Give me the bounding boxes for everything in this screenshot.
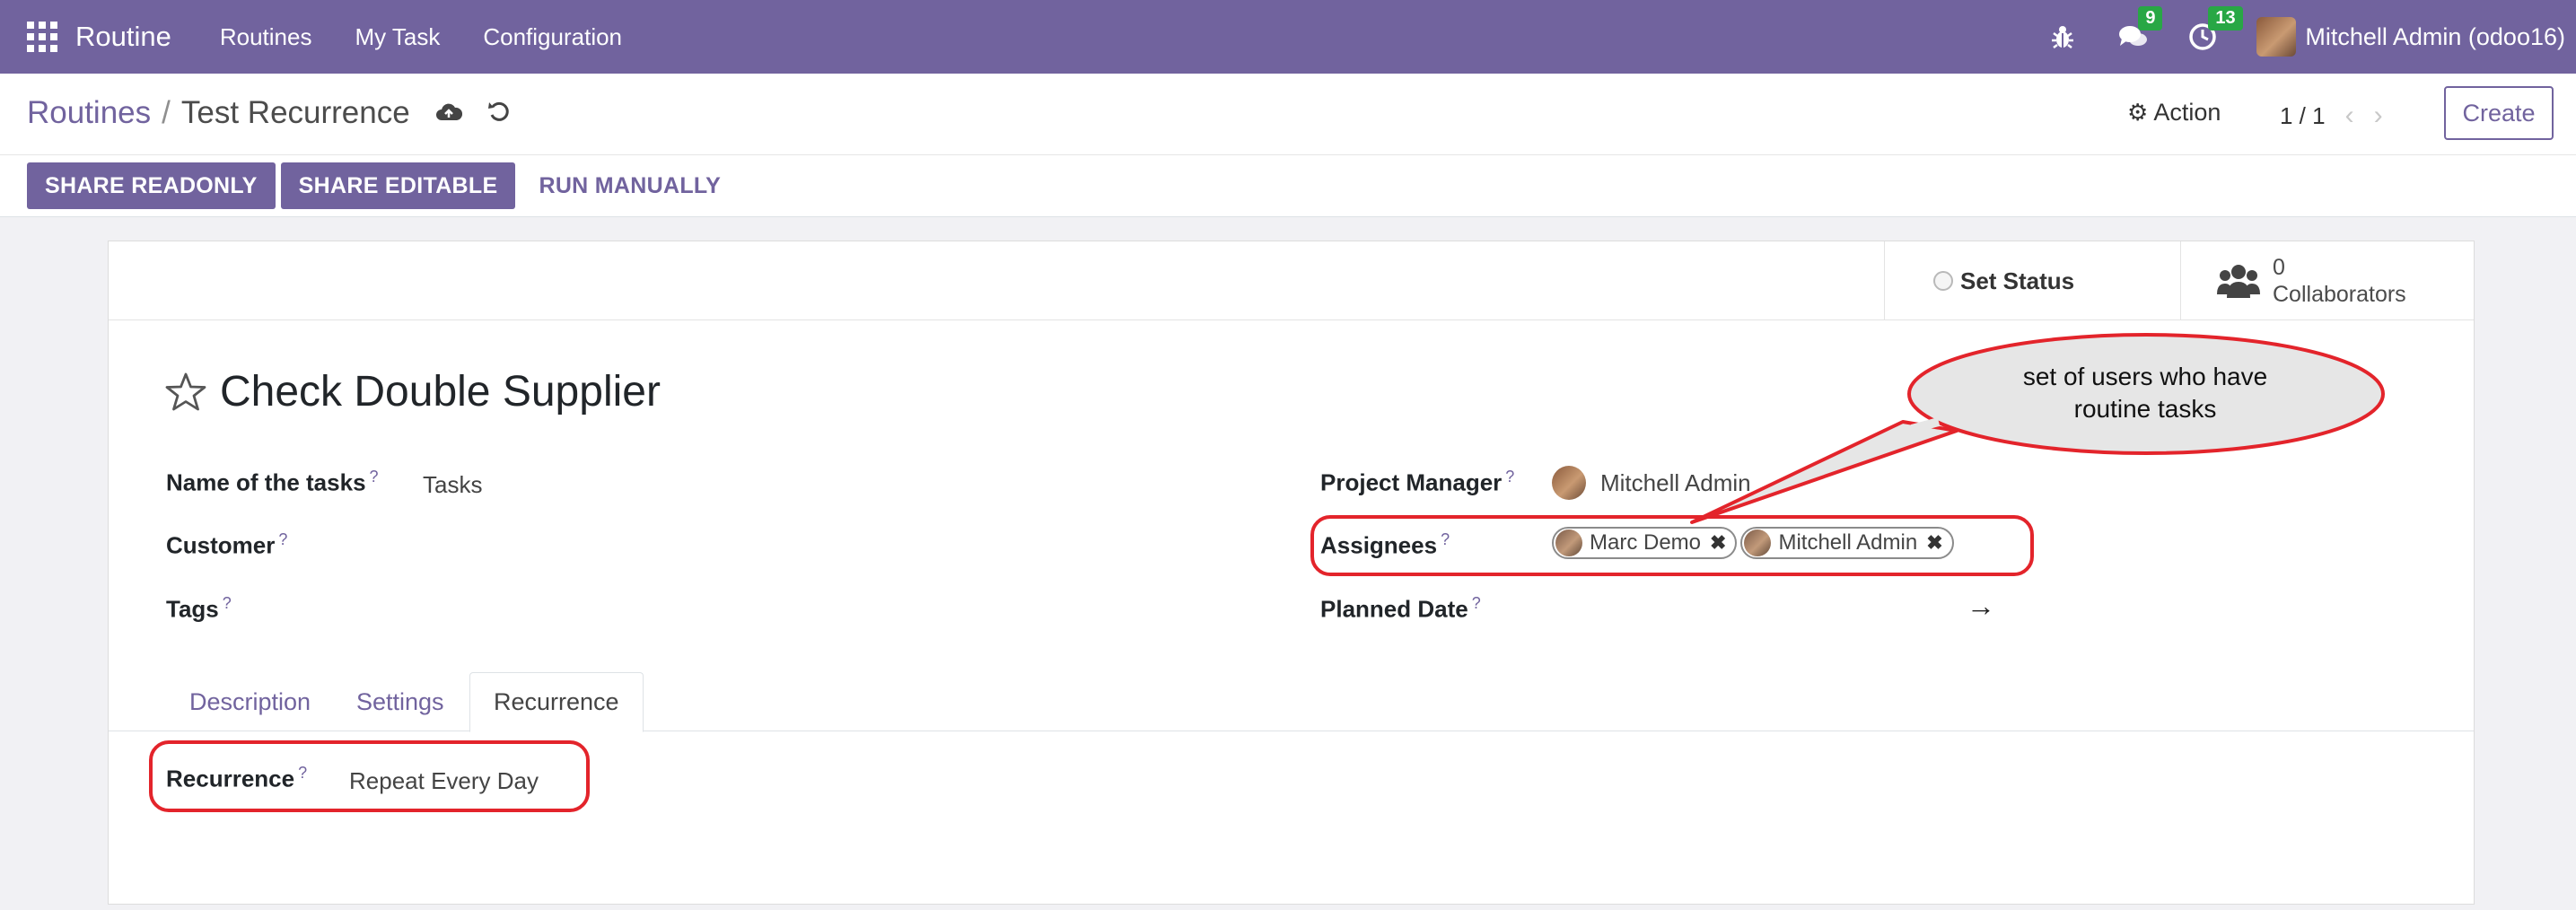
callout-line: set of users who have: [2022, 363, 2268, 390]
callout-bubble: [1690, 333, 2385, 524]
callout-line: routine tasks: [2073, 395, 2217, 423]
callout-text: set of users who have routine tasks: [1966, 361, 2325, 425]
